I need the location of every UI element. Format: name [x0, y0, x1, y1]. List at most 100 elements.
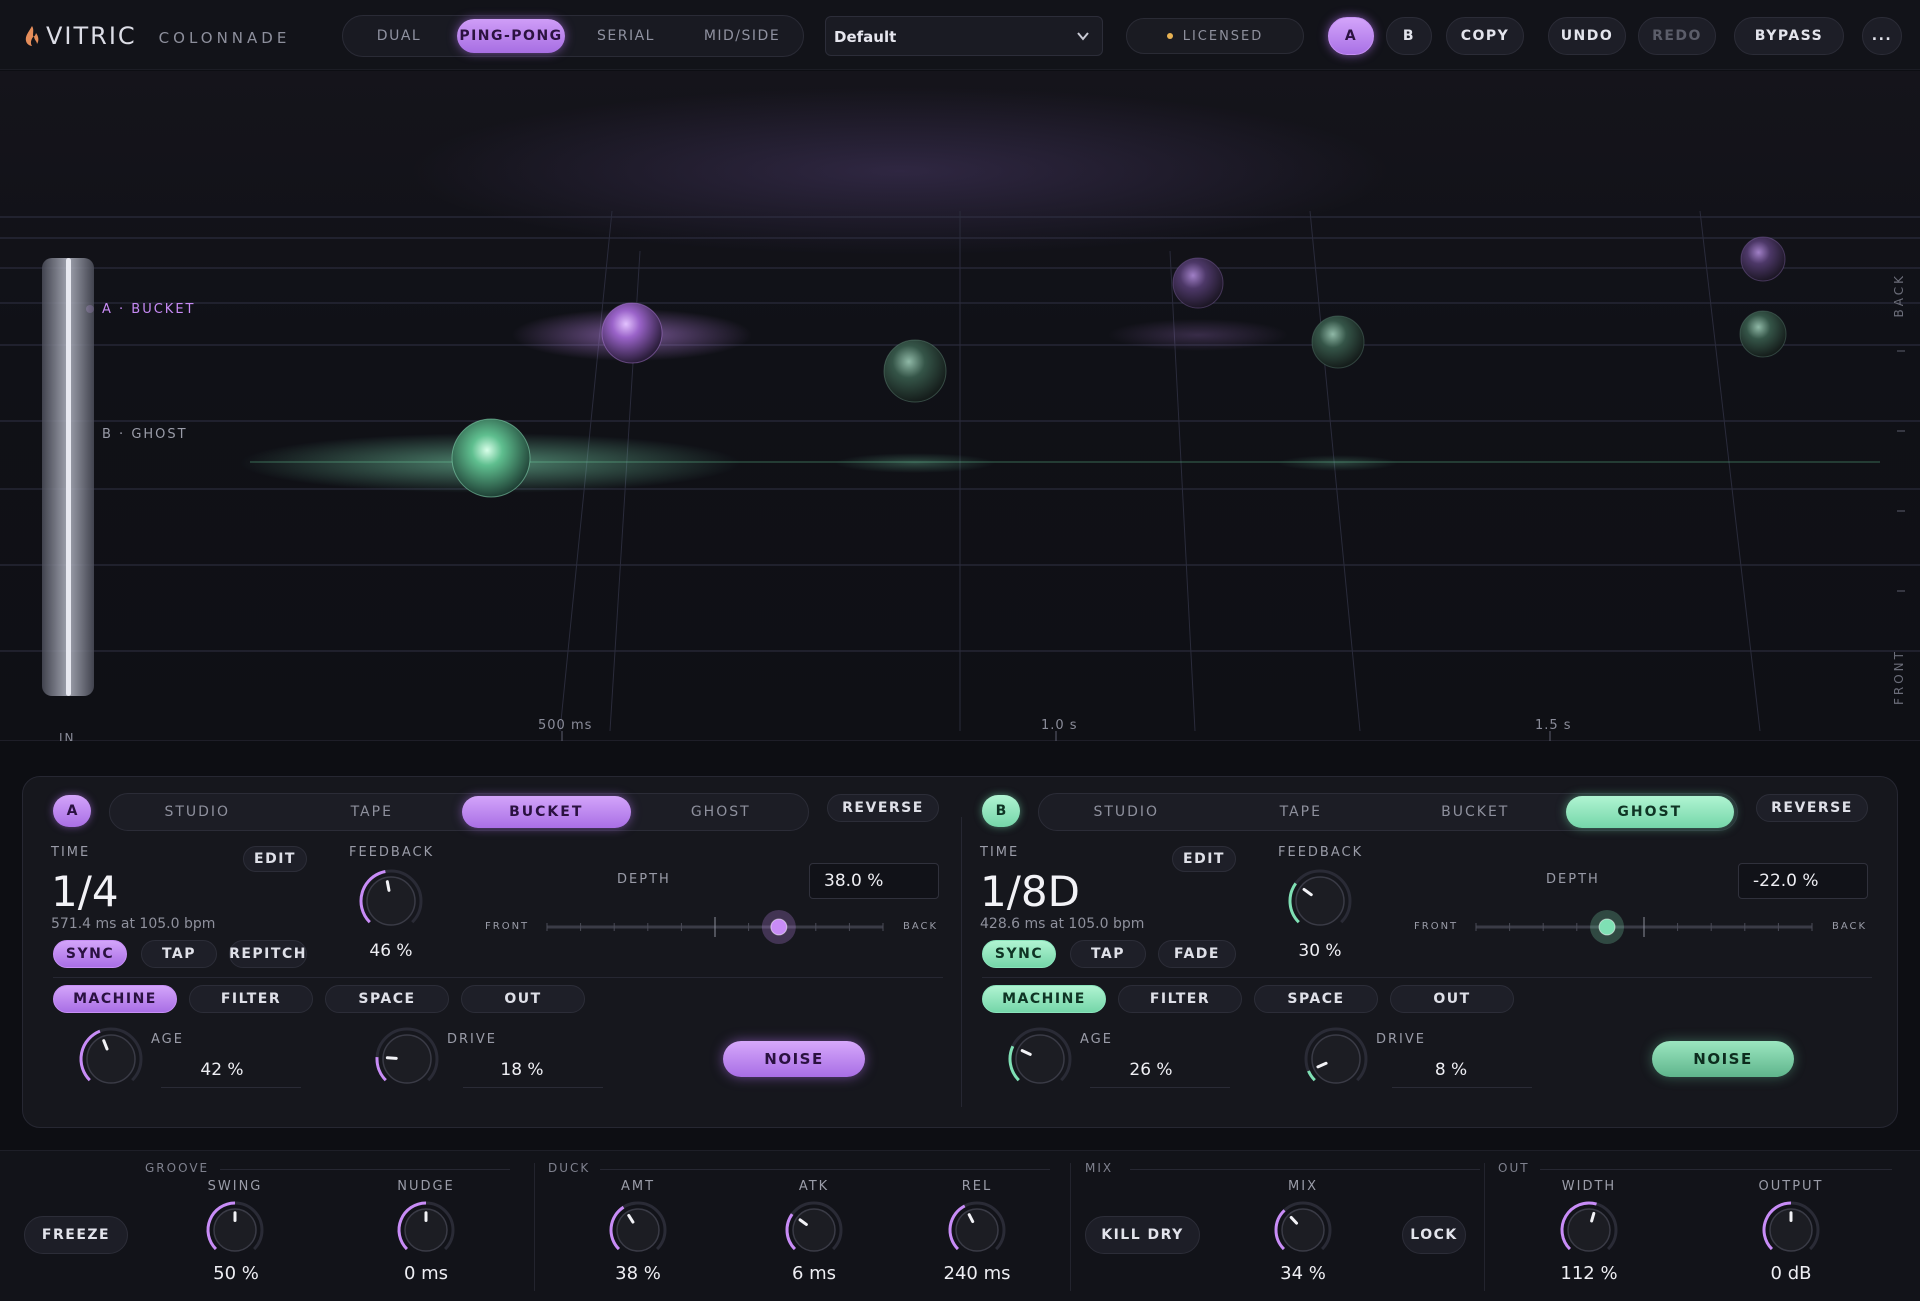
routing-serial[interactable]: SERIAL	[565, 28, 687, 44]
lane-b-mode-tape[interactable]: TAPE	[1217, 796, 1386, 828]
lane-b-tab-machine[interactable]: MACHINE	[982, 985, 1106, 1013]
lane-a-mode-studio[interactable]: STUDIO	[113, 796, 282, 828]
lane-a-drive-knob[interactable]	[373, 1025, 441, 1093]
undo-button[interactable]: UNDO	[1548, 17, 1626, 55]
mix-value: 34 %	[1280, 1263, 1326, 1284]
more-menu-button[interactable]: ...	[1862, 17, 1902, 55]
delay-visualizer[interactable]: IN A · BUCKET B · GHOST 500 ms 1.0 s 1.5…	[0, 71, 1920, 741]
lane-a-reverse-button[interactable]: REVERSE	[827, 794, 939, 822]
lane-a-noise-button[interactable]: NOISE	[723, 1041, 865, 1077]
lane-b-feedback-knob[interactable]	[1286, 867, 1354, 935]
lock-button[interactable]: LOCK	[1402, 1216, 1466, 1254]
mix-knob[interactable]	[1272, 1199, 1334, 1261]
tick-label: 500 ms	[538, 718, 593, 733]
echo-orb-b[interactable]	[451, 418, 531, 498]
lane-b-tap-button[interactable]: TAP	[1070, 940, 1146, 968]
lane-b-drive-value: 8 %	[1434, 1060, 1468, 1080]
lane-b-reverse-button[interactable]: REVERSE	[1756, 794, 1868, 822]
mix-label: MIX	[1288, 1179, 1318, 1194]
bypass-button[interactable]: BYPASS	[1734, 17, 1844, 55]
echo-glow	[835, 453, 995, 473]
lane-b-age-knob[interactable]	[1006, 1025, 1074, 1093]
knob-body	[366, 876, 416, 926]
freeze-button[interactable]: FREEZE	[24, 1216, 128, 1254]
lane-a-depth-input[interactable]: 38.0 %	[809, 863, 939, 899]
lane-b-drive-knob[interactable]	[1302, 1025, 1370, 1093]
duck-section-label: DUCK	[548, 1161, 591, 1175]
lane-b-time-value[interactable]: 1/8D	[980, 867, 1080, 916]
lane-b-mode-ghost[interactable]: GHOST	[1565, 796, 1734, 828]
duck-amt-knob[interactable]	[607, 1199, 669, 1261]
lane-a-mode-bucket[interactable]: BUCKET	[462, 796, 631, 828]
redo-button[interactable]: REDO	[1638, 17, 1716, 55]
lane-b-tab-out[interactable]: OUT	[1390, 985, 1514, 1013]
lane-a-edit-button[interactable]: EDIT	[243, 846, 307, 872]
echo-orb-b[interactable]	[883, 339, 947, 403]
lane-b-label: B · GHOST	[102, 427, 188, 442]
lane-a-time-label: TIME	[51, 845, 91, 860]
chevron-down-icon	[1077, 32, 1089, 41]
slider-handle[interactable]	[1598, 918, 1616, 936]
echo-orb-a[interactable]	[601, 302, 663, 364]
lane-a-mode-ghost[interactable]: GHOST	[637, 796, 806, 828]
lane-a-depth-slider[interactable]	[527, 907, 897, 947]
echo-orb-b[interactable]	[1739, 310, 1787, 358]
snapshot-b-button[interactable]: B	[1386, 17, 1432, 55]
echo-orb-a[interactable]	[1172, 257, 1224, 309]
product-name: COLONNADE	[158, 28, 291, 47]
lane-b-fade-button[interactable]: FADE	[1158, 940, 1236, 968]
input-meter-level	[66, 258, 71, 696]
lane-a-front-label: FRONT	[485, 921, 530, 932]
routing-mid-side[interactable]: MID/SIDE	[687, 28, 797, 44]
preset-dropdown[interactable]: Default	[825, 16, 1103, 56]
lane-b-time-sub: 428.6 ms at 105.0 bpm	[980, 916, 1145, 932]
kill-dry-button[interactable]: KILL DRY	[1085, 1216, 1200, 1254]
swing-knob[interactable]	[204, 1199, 266, 1261]
lane-b-mode-selector: STUDIO TAPE BUCKET GHOST	[1038, 793, 1738, 831]
snapshot-a-button[interactable]: A	[1328, 17, 1374, 55]
lane-b-depth-input[interactable]: -22.0 %	[1738, 863, 1868, 899]
slider-handle[interactable]	[770, 918, 788, 936]
duck-rel-knob[interactable]	[946, 1199, 1008, 1261]
routing-dual[interactable]: DUAL	[343, 28, 455, 44]
knob-body	[1015, 1034, 1065, 1084]
duck-atk-knob[interactable]	[783, 1199, 845, 1261]
lane-b-sync-button[interactable]: SYNC	[982, 940, 1056, 968]
lane-b-tab-space[interactable]: SPACE	[1254, 985, 1378, 1013]
lane-a-badge[interactable]: A	[53, 795, 91, 827]
routing-ping-pong[interactable]: PING-PONG	[457, 19, 565, 53]
lane-a-mode-tape[interactable]: TAPE	[288, 796, 457, 828]
lane-b-noise-button[interactable]: NOISE	[1652, 1041, 1794, 1077]
lane-a-time-value[interactable]: 1/4	[51, 867, 119, 916]
knob-value-arc	[1307, 1070, 1316, 1082]
lane-a-tab-machine[interactable]: MACHINE	[53, 985, 177, 1013]
lane-a-sync-button[interactable]: SYNC	[53, 940, 127, 968]
output-value: 0 dB	[1770, 1263, 1812, 1284]
section-divider	[1484, 1163, 1485, 1291]
width-label: WIDTH	[1561, 1179, 1617, 1194]
lane-b-tab-filter[interactable]: FILTER	[1118, 985, 1242, 1013]
lane-a-feedback-knob[interactable]	[357, 867, 425, 935]
width-knob[interactable]	[1558, 1199, 1620, 1261]
knob-pointer	[385, 1056, 398, 1060]
echo-orb-a[interactable]	[1740, 236, 1786, 282]
mix-section-label: MIX	[1085, 1161, 1114, 1175]
nudge-knob[interactable]	[395, 1199, 457, 1261]
lane-a-tap-button[interactable]: TAP	[141, 940, 217, 968]
echo-glow	[1108, 319, 1288, 351]
lane-b-edit-button[interactable]: EDIT	[1172, 846, 1236, 872]
echo-orb-b[interactable]	[1311, 315, 1365, 369]
lane-a-tab-space[interactable]: SPACE	[325, 985, 449, 1013]
preset-name: Default	[834, 28, 897, 46]
copy-button[interactable]: COPY	[1446, 17, 1524, 55]
lane-b-mode-studio[interactable]: STUDIO	[1042, 796, 1211, 828]
lane-a-tab-filter[interactable]: FILTER	[189, 985, 313, 1013]
lane-b-depth-slider[interactable]	[1456, 907, 1826, 947]
lane-b-badge[interactable]: B	[982, 795, 1020, 827]
output-knob[interactable]	[1760, 1199, 1822, 1261]
lane-b-mode-bucket[interactable]: BUCKET	[1391, 796, 1560, 828]
lane-a-age-knob[interactable]	[77, 1025, 145, 1093]
lane-a-tab-out[interactable]: OUT	[461, 985, 585, 1013]
lane-a-repitch-button[interactable]: REPITCH	[229, 940, 307, 968]
lane-b-separator	[982, 977, 1872, 978]
